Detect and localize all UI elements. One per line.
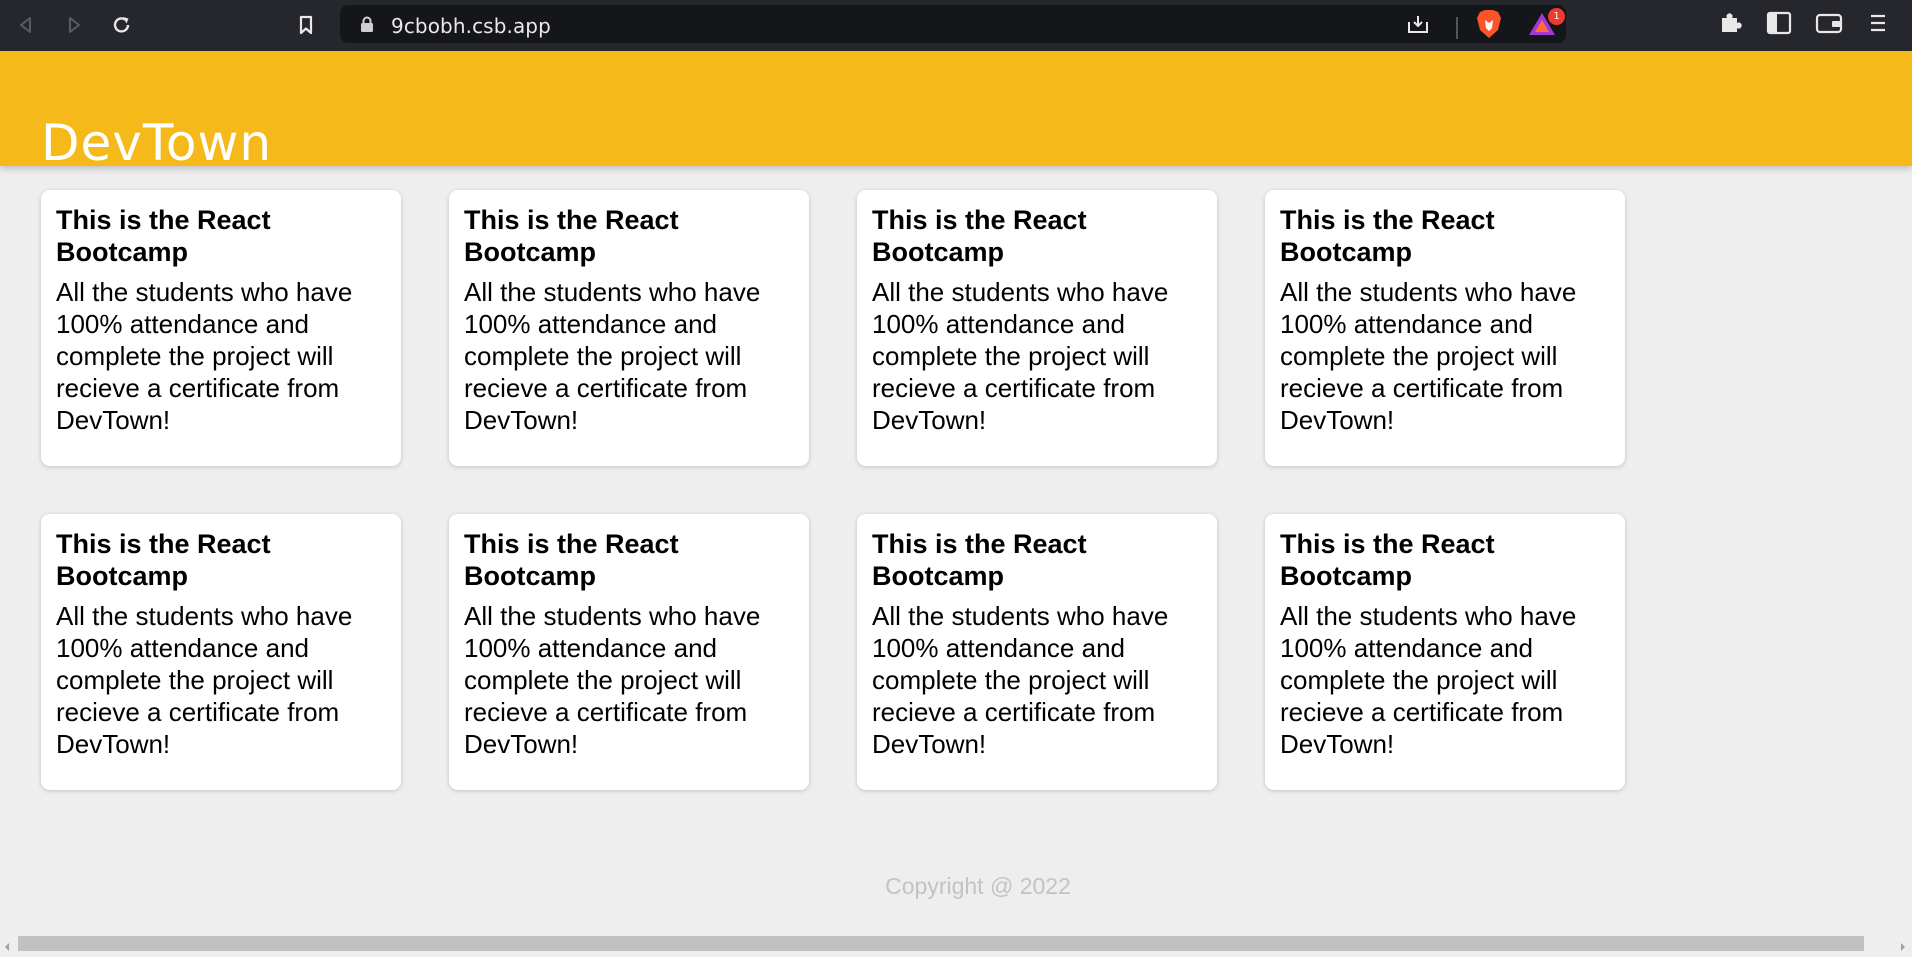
course-card: This is the React Bootcamp All the stude…: [449, 514, 809, 790]
address-bar[interactable]: 9cbobh.csb.app: [340, 5, 1566, 43]
sidebar-icon[interactable]: [1766, 10, 1792, 41]
card-title: This is the React Bootcamp: [872, 205, 1087, 267]
back-icon[interactable]: [9, 8, 43, 42]
card-body: All the students who have 100% attendanc…: [464, 601, 761, 759]
wallet-icon[interactable]: [1815, 10, 1843, 41]
brand-title: DevTown: [41, 113, 273, 172]
scroll-left-icon[interactable]: [3, 939, 11, 957]
card-title: This is the React Bootcamp: [464, 529, 679, 591]
course-card: This is the React Bootcamp All the stude…: [1265, 514, 1625, 790]
bookmark-icon[interactable]: [289, 8, 323, 42]
card-title: This is the React Bootcamp: [1280, 205, 1495, 267]
url-divider: [1456, 17, 1458, 39]
browser-toolbar: 9cbobh.csb.app 1: [0, 0, 1912, 51]
card-body: All the students who have 100% attendanc…: [56, 277, 353, 435]
card-title: This is the React Bootcamp: [1280, 529, 1495, 591]
card-title: This is the React Bootcamp: [56, 205, 271, 267]
forward-icon[interactable]: [57, 8, 91, 42]
course-card: This is the React Bootcamp All the stude…: [41, 190, 401, 466]
card-body: All the students who have 100% attendanc…: [464, 277, 761, 435]
reload-icon[interactable]: [105, 8, 139, 42]
course-card: This is the React Bootcamp All the stude…: [1265, 190, 1625, 466]
card-body: All the students who have 100% attendanc…: [1280, 277, 1577, 435]
footer-copyright: Copyright @ 2022: [885, 873, 1071, 899]
app-header: DevTown: [0, 51, 1912, 171]
extensions-icon[interactable]: [1717, 10, 1743, 41]
card-body: All the students who have 100% attendanc…: [1280, 601, 1577, 759]
brave-shields-icon[interactable]: [1476, 9, 1502, 44]
course-card: This is the React Bootcamp All the stude…: [41, 514, 401, 790]
url-text[interactable]: 9cbobh.csb.app: [391, 14, 551, 38]
scrollbar-thumb[interactable]: [18, 936, 1864, 951]
course-card: This is the React Bootcamp All the stude…: [857, 190, 1217, 466]
card-body: All the students who have 100% attendanc…: [56, 601, 353, 759]
course-card: This is the React Bootcamp All the stude…: [857, 514, 1217, 790]
card-body: All the students who have 100% attendanc…: [872, 601, 1169, 759]
card-body: All the students who have 100% attendanc…: [872, 277, 1169, 435]
lock-icon: [360, 16, 374, 38]
download-icon[interactable]: [1406, 13, 1430, 40]
notification-badge: 1: [1548, 8, 1565, 25]
course-card: This is the React Bootcamp All the stude…: [449, 190, 809, 466]
scroll-right-icon[interactable]: [1899, 939, 1907, 957]
card-title: This is the React Bootcamp: [872, 529, 1087, 591]
horizontal-scrollbar[interactable]: [0, 936, 1912, 951]
card-title: This is the React Bootcamp: [464, 205, 679, 267]
menu-icon[interactable]: [1868, 10, 1888, 41]
card-title: This is the React Bootcamp: [56, 529, 271, 591]
